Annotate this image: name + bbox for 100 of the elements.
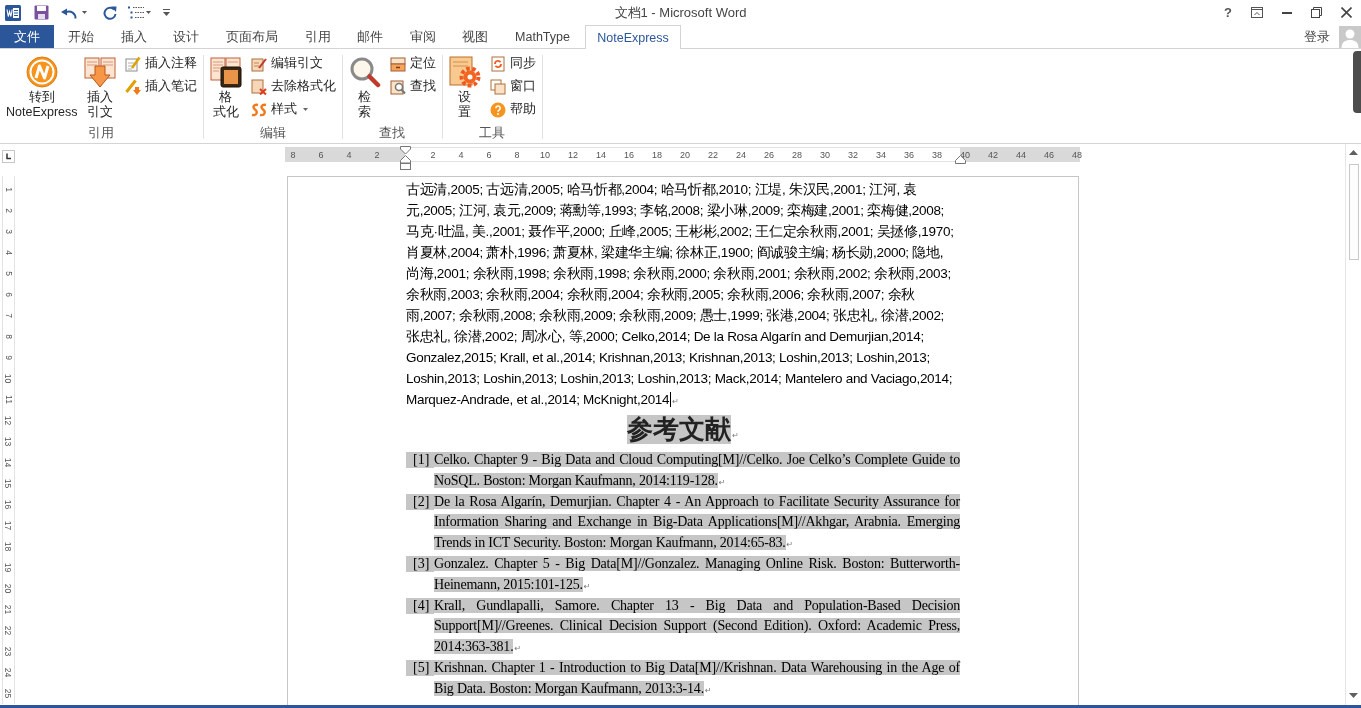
ruler-number: 11	[3, 395, 13, 404]
ribbon-tab[interactable]: MathType	[501, 25, 584, 48]
group-label: 编辑	[258, 126, 287, 140]
reference-number: [3]	[406, 556, 434, 573]
ruler-number: 3	[3, 229, 13, 234]
ribbon-tab[interactable]: 邮件	[343, 25, 397, 48]
ribbon-button[interactable]: 插入笔记	[121, 75, 200, 98]
ruler-number: 20	[3, 583, 13, 594]
ruler-number: 18	[652, 149, 662, 160]
ribbon-tab[interactable]: 页面布局	[212, 25, 292, 48]
ruler-number: 15	[3, 478, 13, 489]
ribbon-button[interactable]: 帮助	[486, 98, 539, 121]
pencil-icon	[124, 78, 141, 95]
sign-in-link[interactable]: 登录	[1304, 27, 1330, 46]
ruler-number: 42	[988, 149, 998, 160]
ruler-number: 24	[3, 667, 13, 678]
circle-logo-icon	[25, 56, 58, 88]
ruler-number: 12	[568, 149, 578, 160]
ribbon-tab[interactable]: 插入	[107, 25, 161, 48]
ruler-number: 32	[848, 149, 858, 160]
ribbon-button[interactable]: 检 索	[345, 49, 384, 126]
app-icon[interactable]	[5, 4, 21, 21]
ribbon-button[interactable]: 样式	[247, 98, 339, 121]
ribbon-display-icon[interactable]	[1251, 7, 1263, 18]
ribbon-button[interactable]: 插入注释	[121, 52, 200, 75]
book-arrow-icon	[83, 56, 116, 88]
ribbon-tab[interactable]: NoteExpress	[585, 25, 681, 49]
caret-icon[interactable]	[146, 11, 151, 14]
tab-stop-icon[interactable]	[1, 150, 15, 163]
heading: 参考文献	[627, 415, 732, 444]
ruler-number: 16	[624, 149, 634, 160]
windows-icon	[489, 78, 506, 95]
minimize-icon[interactable]	[1282, 11, 1292, 14]
reference-number: [4]	[406, 597, 434, 614]
caret-icon[interactable]	[82, 11, 87, 14]
ribbon-button[interactable]: 同步	[486, 52, 539, 75]
repeat-icon[interactable]	[103, 5, 117, 20]
ruler-number: 46	[1044, 149, 1054, 160]
scroll-down-icon[interactable]	[1349, 693, 1358, 698]
paragraph-mark: ↵	[732, 431, 739, 440]
ribbon-tab[interactable]: 设计	[160, 25, 213, 48]
reference-number: [1]	[406, 452, 434, 469]
ribbon-button[interactable]: 定位	[386, 52, 439, 75]
ruler-number: 12	[3, 415, 13, 426]
scroll-up-icon[interactable]	[1349, 150, 1358, 155]
indent-marker-icon[interactable]	[399, 146, 411, 170]
ribbon-tab[interactable]: 视图	[449, 25, 502, 48]
ribbon-tab[interactable]: 引用	[291, 25, 344, 48]
help-button[interactable]: ?	[1224, 5, 1232, 20]
ruler-number: 6	[318, 149, 324, 160]
ruler-number: 48	[1072, 149, 1082, 160]
scroll-thumb[interactable]	[1353, 51, 1361, 113]
body-paragraph: 古远清,2005; 古远清,2005; 哈马忻都,2004; 哈马忻都,2010; 江堤, 朱汉民,2001; 江河, 袁元,2005; 江河, 袁元,2009; 蒋勳等,1993; 李铭,2008; 梁小琳,2009; 栾梅建,2001; 栾梅健,2008; 马克·吐温, 美.,2001; 聂作平,2000; 丘峰,2005; 王彬彬,2002; 王仁定余秋雨,2001; 吴拯修,1970; 肖夏林,2004; 萧朴,1996; 萧夏林, 梁建华主编; 徐林正,1900; 阎诚骏主编; 杨长勋,2000; 隐地, 尚海,2001; 余秋雨,1998; 余秋雨,1998; 余秋雨,2000; 余秋雨,2001; 余秋雨,2002; 余秋雨,2003; 余秋雨,2003; 余秋雨,2004; 余秋雨,2004; 余秋雨,2005; 余秋雨,2006; 余秋雨,2007; 余秋雨,2007; 余秋雨,2008; 余秋雨,2009; 余秋雨,2009; 愚士,1999; 张港,2004; 张忠礼, 徐潜,2002; 张忠礼, 徐潜,2002; 周冰心, 等,2000; Celko,2014; De la Rosa Algarín and Demurjian,2014; Gonzalez,2015; Krall, et al.,2014; Krishnan,2013; Krishnan,2013; Loshin,2013; Loshin,2013; Loshin,2013; Loshin,2013; Loshin,2013; Loshin,2013; Mack,2014; Mantelero and Vaciago,2014; Marquez-Andrade, et al.,2014; McKnight,2014 ↵	[406, 181, 955, 409]
ruler-number: 21	[3, 604, 13, 615]
ruler-number: 14	[3, 457, 13, 468]
ruler-number: 4	[3, 250, 13, 255]
reference-text: Krishnan. Chapter 1 - Introduction to Big Data[M]//Krishnan. Data Warehousing in the Age of Big Data. Boston: Morgan Kaufmann, 2013:3-14.↵	[434, 658, 960, 698]
ruler-number: 19	[3, 562, 13, 573]
sync-icon	[489, 55, 506, 72]
ruler-number: 26	[764, 149, 774, 160]
ruler-number: 28	[792, 149, 802, 160]
undo-icon[interactable]	[61, 6, 77, 19]
ribbon-button[interactable]: 设 置	[445, 49, 484, 126]
save-icon[interactable]	[34, 5, 49, 20]
group-label: 工具	[478, 126, 507, 140]
help-icon	[489, 101, 506, 118]
squiggle-icon	[250, 101, 267, 118]
ruler-number: 25	[3, 688, 13, 699]
ribbon-button[interactable]: 格 式化	[206, 49, 245, 126]
ruler-number: 9	[3, 355, 13, 360]
search-icon	[348, 56, 381, 88]
ruler-number: 36	[904, 149, 914, 160]
ruler-number: 30	[820, 149, 830, 160]
ribbon-button[interactable]: 编辑引文	[247, 52, 339, 75]
ribbon-tab[interactable]: 审阅	[396, 25, 450, 48]
book-icon	[209, 56, 242, 88]
ribbon-button[interactable]: 去除格式化	[247, 75, 339, 98]
customize-icon[interactable]	[163, 9, 170, 16]
ruler-number: 7	[3, 313, 13, 318]
reference-text: Krall, Gundlapalli, Samore. Chapter 13 - Big Data and Population-Based Decision Support[M]//Greenes. Clinical Decision Support (Second Edition). Oxford: Academic Press, 2014:363-381.↵	[434, 596, 960, 657]
document-pen-icon	[250, 55, 267, 72]
ruler-number: 2	[3, 208, 13, 213]
ribbon-button[interactable]: 转到 NoteExpress	[3, 49, 81, 126]
ribbon-button[interactable]: 查找	[386, 75, 439, 98]
list-icon[interactable]	[128, 5, 144, 20]
notepad-pencil-icon	[124, 55, 141, 72]
ruler-number: 5	[3, 271, 13, 276]
ribbon-button[interactable]: 插入 引文	[80, 49, 119, 126]
ruler-number: 8	[514, 149, 520, 160]
ribbon-button[interactable]: 窗口	[486, 75, 539, 98]
ruler-number: 23	[3, 646, 13, 657]
ruler-number: 20	[680, 149, 690, 160]
ribbon-tab[interactable]: 开始	[55, 25, 108, 48]
restore-icon[interactable]	[1311, 7, 1322, 18]
ruler-number: 13	[3, 436, 13, 447]
scrollbar-track[interactable]	[1345, 144, 1361, 705]
ruler-number: 22	[708, 149, 718, 160]
close-icon[interactable]	[1341, 7, 1352, 18]
file-menu-tab[interactable]: 文件	[0, 25, 54, 48]
scroll-thumb[interactable]	[1348, 164, 1359, 260]
